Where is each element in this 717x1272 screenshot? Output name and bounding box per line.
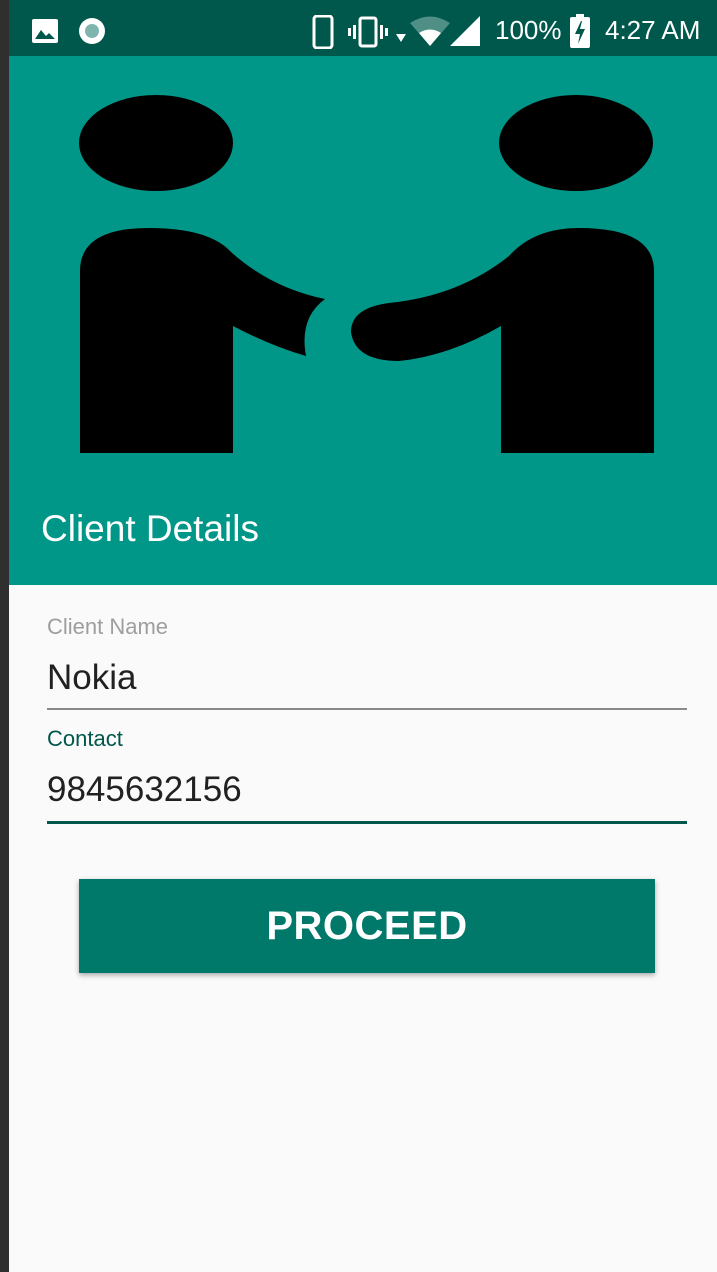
data-arrows-icon (396, 34, 406, 42)
contact-input[interactable]: 9845632156 (47, 770, 687, 810)
client-name-field[interactable]: Client Name Nokia (47, 614, 687, 714)
status-time: 4:27 AM (605, 15, 701, 45)
app-screen: 100% 4:27 AM Client Details Client Name … (9, 0, 717, 1272)
status-bar: 100% 4:27 AM (9, 0, 717, 56)
proceed-button[interactable]: PROCEED (79, 879, 655, 973)
page-title: Client Details (41, 508, 259, 549)
contact-field[interactable]: Contact 9845632156 (47, 726, 687, 826)
image-icon (32, 19, 58, 43)
app-header: Client Details (9, 56, 717, 585)
wifi-icon (410, 16, 450, 46)
handshake-illustration (79, 95, 654, 453)
contact-underline (47, 821, 687, 824)
vibrate-icon (348, 16, 388, 48)
battery-percentage: 100% (495, 15, 562, 45)
phone-icon (312, 15, 334, 49)
client-name-underline (47, 708, 687, 710)
signal-icon (450, 16, 480, 46)
battery-charging-icon (570, 14, 590, 48)
client-name-input[interactable]: Nokia (47, 658, 687, 698)
client-name-label: Client Name (47, 614, 169, 639)
record-icon (79, 18, 105, 44)
contact-label: Contact (47, 726, 123, 751)
device-edge (0, 0, 9, 1272)
